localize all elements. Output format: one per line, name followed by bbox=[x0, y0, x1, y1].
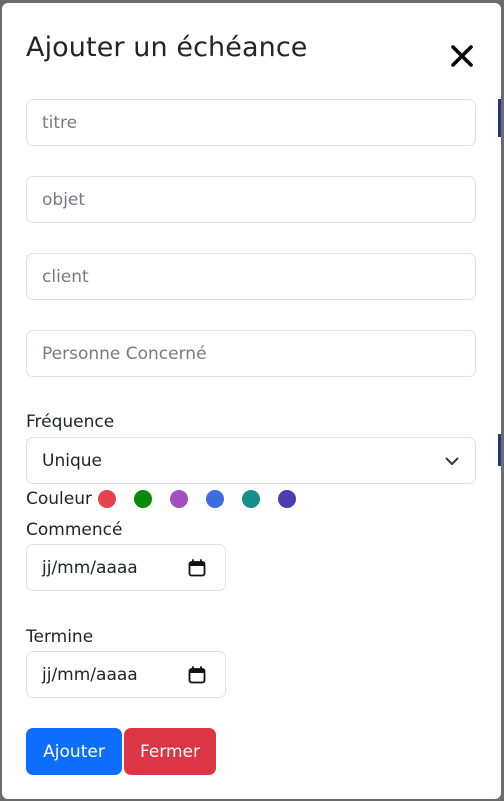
frequence-select[interactable]: Unique bbox=[26, 437, 476, 484]
commence-date-input[interactable]: jj/mm/aaaa bbox=[26, 544, 226, 591]
titre-input[interactable] bbox=[26, 99, 476, 146]
close-button[interactable] bbox=[447, 41, 477, 71]
color-swatch[interactable] bbox=[134, 490, 152, 508]
client-input[interactable] bbox=[26, 253, 476, 300]
frequence-selected-value: Unique bbox=[42, 450, 102, 471]
add-deadline-modal: Ajouter un échéance Fréquence Unique Cou… bbox=[2, 3, 501, 799]
frequence-label: Fréquence bbox=[26, 412, 115, 432]
modal-title: Ajouter un échéance bbox=[26, 32, 308, 63]
termine-label: Termine bbox=[26, 627, 94, 647]
couleur-label: Couleur bbox=[26, 489, 92, 509]
color-swatches bbox=[98, 490, 314, 508]
objet-input[interactable] bbox=[26, 176, 476, 223]
commence-date-value: jj/mm/aaaa bbox=[42, 557, 138, 578]
color-swatch[interactable] bbox=[170, 490, 188, 508]
ajouter-button[interactable]: Ajouter bbox=[26, 728, 122, 775]
fermer-button[interactable]: Fermer bbox=[124, 728, 216, 775]
color-swatch[interactable] bbox=[278, 490, 296, 508]
color-swatch[interactable] bbox=[98, 490, 116, 508]
personne-concernee-input[interactable] bbox=[26, 330, 476, 377]
chevron-down-icon bbox=[445, 457, 459, 465]
background-edge-mark bbox=[498, 434, 501, 466]
calendar-icon[interactable] bbox=[188, 666, 206, 684]
color-swatch[interactable] bbox=[206, 490, 224, 508]
color-swatch[interactable] bbox=[242, 490, 260, 508]
termine-date-input[interactable]: jj/mm/aaaa bbox=[26, 651, 226, 698]
commence-label: Commencé bbox=[26, 520, 123, 540]
close-icon bbox=[451, 45, 473, 67]
termine-date-value: jj/mm/aaaa bbox=[42, 664, 138, 685]
background-edge-mark bbox=[498, 99, 501, 137]
color-picker: Couleur bbox=[26, 489, 314, 509]
calendar-icon[interactable] bbox=[188, 559, 206, 577]
